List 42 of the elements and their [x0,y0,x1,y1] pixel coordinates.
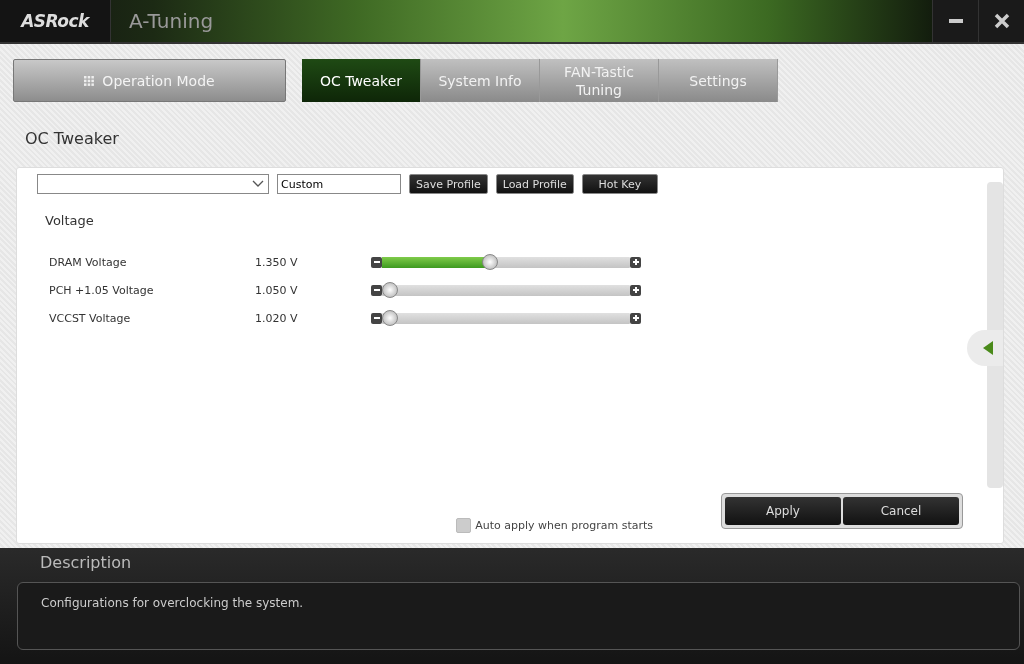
plus-icon [631,314,640,322]
close-icon [993,13,1010,29]
page-title: OC Tweaker [24,128,120,150]
section-title: Voltage [45,213,95,228]
action-button[interactable]: Cancel [843,497,959,525]
minus-icon [372,286,381,294]
plus-icon [631,286,640,294]
plus-button[interactable] [630,256,641,268]
setting-value: 1.020 V [255,311,299,325]
setting-value: 1.050 V [255,283,299,297]
setting-label: PCH +1.05 Voltage [49,283,155,297]
profile-name-field[interactable]: Custom [277,174,401,194]
window-title: A-Tuning [128,8,214,35]
profile-button[interactable]: Hot Key [581,174,658,194]
action-button[interactable]: Apply [725,497,841,525]
setting-value: 1.350 V [255,255,299,269]
slider-thumb[interactable] [382,309,398,326]
profile-button[interactable]: Save Profile [409,174,488,194]
checkbox-label: Auto apply when program starts [475,519,653,532]
plus-button[interactable] [630,312,641,324]
triangle-left-icon [982,340,994,356]
profile-dropdown[interactable] [37,174,269,194]
setting-label: DRAM Voltage [49,255,128,269]
chevron-down-icon [252,180,264,188]
minimize-button[interactable] [932,0,978,42]
tab[interactable]: OC Tweaker [302,59,421,102]
minus-button[interactable] [371,312,382,324]
profile-button[interactable]: Load Profile [495,174,574,194]
minus-icon [372,258,381,266]
minus-icon [372,314,381,322]
minus-button[interactable] [371,284,382,296]
slider-thumb[interactable] [382,281,398,298]
plus-icon [631,258,640,266]
checkbox[interactable] [456,518,472,533]
setting-label: VCCST Voltage [49,311,132,325]
expand-handle[interactable] [967,330,1003,366]
grid-icon [84,75,95,86]
plus-button[interactable] [630,284,641,296]
minus-button[interactable] [371,256,382,268]
description-title: Description [39,552,133,574]
description-text: Configurations for overclocking the system. [41,596,305,610]
close-button[interactable] [978,0,1024,42]
